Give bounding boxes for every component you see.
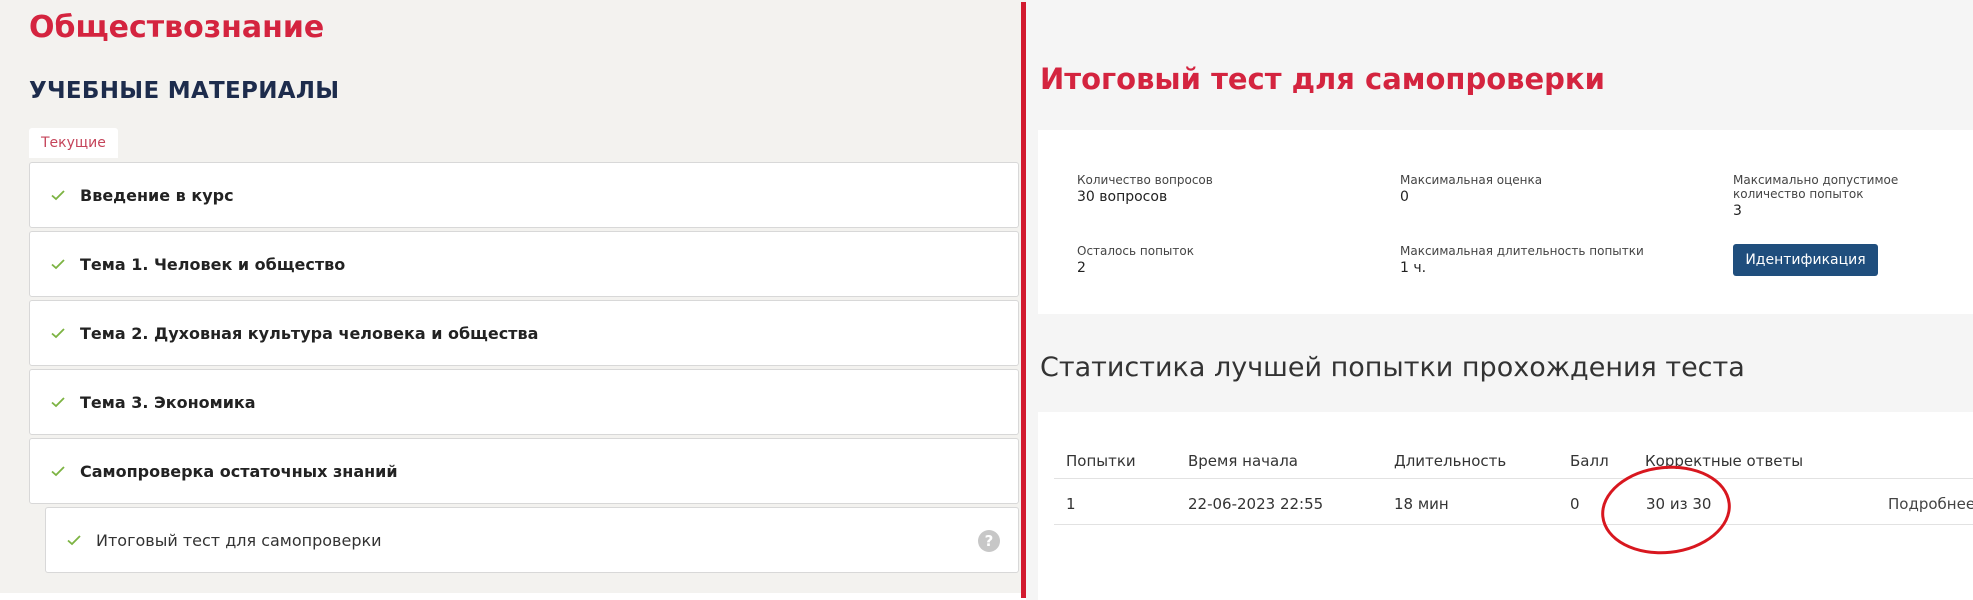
max-duration-value: 1 ч. bbox=[1400, 260, 1427, 276]
tab-current[interactable]: Текущие bbox=[29, 128, 118, 158]
checkmark-icon bbox=[50, 394, 66, 410]
sub-module-label: Итоговый тест для самопроверки bbox=[96, 530, 382, 550]
remaining-attempts-label: Осталось попыток bbox=[1077, 244, 1194, 258]
module-label: Самопроверка остаточных знаний bbox=[80, 461, 398, 481]
questions-count-value: 30 вопросов bbox=[1077, 189, 1168, 205]
max-score-value: 0 bbox=[1400, 189, 1409, 205]
max-attempts-value: 3 bbox=[1733, 203, 1742, 219]
cell-score: 0 bbox=[1570, 495, 1580, 513]
max-attempts-label: Максимально допустимое количество попыто… bbox=[1733, 173, 1899, 201]
help-icon[interactable]: ? bbox=[978, 530, 1000, 552]
screenshot-root: Обществознание УЧЕБНЫЕ МАТЕРИАЛЫ Текущие… bbox=[0, 0, 1973, 600]
test-title: Итоговый тест для самопроверки bbox=[1040, 62, 1605, 96]
annotation-circle bbox=[1596, 459, 1736, 561]
header-duration: Длительность bbox=[1394, 452, 1507, 470]
header-start-time: Время начала bbox=[1188, 452, 1298, 470]
course-title: Обществознание bbox=[29, 10, 325, 45]
checkmark-icon bbox=[50, 325, 66, 341]
test-info-panel: Итоговый тест для самопроверки Количеств… bbox=[1026, 0, 1973, 600]
module-label: Введение в курс bbox=[80, 185, 234, 205]
row-divider bbox=[1054, 524, 1973, 525]
module-item-topic-1[interactable]: Тема 1. Человек и общество bbox=[29, 231, 1019, 297]
remaining-attempts-value: 2 bbox=[1077, 260, 1086, 276]
module-label: Тема 1. Человек и общество bbox=[80, 254, 346, 274]
stats-title: Статистика лучшей попытки прохождения те… bbox=[1040, 352, 1745, 383]
remaining-attempts: Осталось попыток 2 bbox=[1077, 244, 1194, 276]
row-divider bbox=[1054, 478, 1973, 479]
module-item-topic-3[interactable]: Тема 3. Экономика bbox=[29, 369, 1019, 435]
module-item-topic-2[interactable]: Тема 2. Духовная культура человека и общ… bbox=[29, 300, 1019, 366]
max-score: Максимальная оценка 0 bbox=[1400, 173, 1542, 205]
module-label: Тема 3. Экономика bbox=[80, 392, 256, 412]
identification-button[interactable]: Идентификация bbox=[1733, 244, 1878, 276]
max-duration: Максимальная длительность попытки 1 ч. bbox=[1400, 244, 1644, 276]
course-materials-panel: Обществознание УЧЕБНЫЕ МАТЕРИАЛЫ Текущие… bbox=[0, 0, 1073, 593]
questions-count: Количество вопросов 30 вопросов bbox=[1077, 173, 1213, 205]
module-label: Тема 2. Духовная культура человека и общ… bbox=[80, 323, 539, 343]
cell-start-time: 22-06-2023 22:55 bbox=[1188, 495, 1324, 513]
test-info-card: Количество вопросов 30 вопросов Максимал… bbox=[1038, 130, 1973, 314]
details-link[interactable]: Подробнее bbox=[1888, 495, 1973, 513]
checkmark-icon bbox=[50, 187, 66, 203]
questions-count-label: Количество вопросов bbox=[1077, 173, 1213, 187]
max-duration-label: Максимальная длительность попытки bbox=[1400, 244, 1644, 258]
header-score: Балл bbox=[1570, 452, 1609, 470]
checkmark-icon bbox=[50, 463, 66, 479]
checkmark-icon bbox=[66, 532, 82, 548]
max-score-label: Максимальная оценка bbox=[1400, 173, 1543, 187]
red-divider-line bbox=[1021, 2, 1026, 598]
cell-attempt: 1 bbox=[1066, 495, 1076, 513]
module-list: Введение в курс Тема 1. Человек и общест… bbox=[29, 162, 1019, 576]
sub-module-final-test[interactable]: Итоговый тест для самопроверки ? bbox=[45, 507, 1019, 573]
stats-table: Попытки Время начала Длительность Балл К… bbox=[1038, 412, 1973, 600]
max-attempts: Максимально допустимое количество попыто… bbox=[1733, 173, 1953, 219]
module-item-intro[interactable]: Введение в курс bbox=[29, 162, 1019, 228]
header-attempts: Попытки bbox=[1066, 452, 1136, 470]
checkmark-icon bbox=[50, 256, 66, 272]
module-item-self-check[interactable]: Самопроверка остаточных знаний bbox=[29, 438, 1019, 504]
section-title: УЧЕБНЫЕ МАТЕРИАЛЫ bbox=[29, 78, 340, 104]
cell-duration: 18 мин bbox=[1394, 495, 1449, 513]
